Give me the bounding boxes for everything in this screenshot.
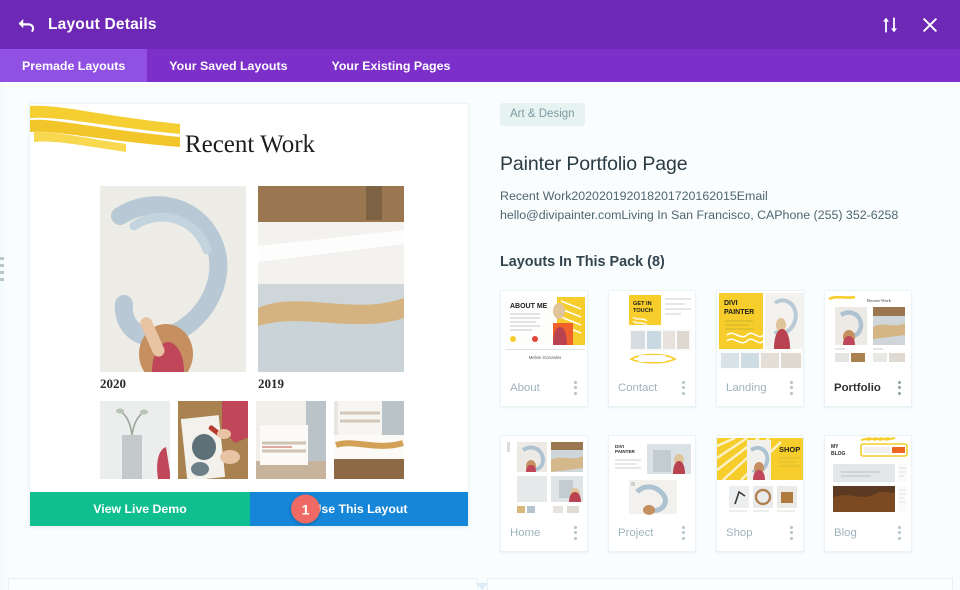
layout-thumbnail-shop: SHOP [717, 435, 803, 515]
preview-featured-images [100, 186, 404, 372]
layout-thumbnail-landing: DIVI PAINTER [717, 290, 803, 370]
modal-titlebar: Layout Details [0, 0, 960, 49]
layout-card-label: Shop [726, 526, 753, 539]
edge-tick-marks [0, 257, 4, 285]
bottom-panel-right [487, 578, 953, 590]
layout-card-shop[interactable]: SHOP Shop [716, 434, 804, 552]
tab-your-existing-pages[interactable]: Your Existing Pages [310, 49, 473, 82]
layout-card-menu-icon[interactable] [788, 524, 795, 542]
layout-card-label: Contact [618, 381, 658, 394]
preview-action-buttons: View Live Demo 1 Use This Layout [30, 492, 468, 526]
layout-card-portfolio[interactable]: Recent Work Portfolio [824, 289, 912, 407]
layout-thumbnail-blog: MY BLOG [825, 435, 911, 515]
preview-thumbnail [100, 401, 170, 479]
preview-thumbnail-row [100, 401, 404, 479]
pack-heading: Layouts In This Pack (8) [500, 253, 665, 270]
layout-card-label: Portfolio [834, 381, 881, 394]
layout-thumbnail-portfolio: Recent Work [825, 290, 911, 370]
layout-thumbnail-about: ABOUT ME Melvin Gonzales [501, 290, 587, 370]
left-edge-strip [0, 82, 4, 590]
layout-thumbnail-contact: GET IN TOUCH [609, 290, 695, 370]
tab-your-saved-layouts[interactable]: Your Saved Layouts [147, 49, 309, 82]
svg-text:ABOUT ME: ABOUT ME [510, 303, 548, 310]
layout-card-footer: Home [501, 515, 587, 551]
svg-text:MY: MY [831, 444, 839, 450]
layout-card-contact[interactable]: GET IN TOUCH Contact [608, 289, 696, 407]
layout-card-home[interactable]: Home [500, 434, 588, 552]
svg-text:PAINTER: PAINTER [724, 309, 754, 316]
layout-card-blog[interactable]: MY BLOG Blog [824, 434, 912, 552]
tab-label: Your Saved Layouts [169, 58, 288, 73]
svg-text:SHOP: SHOP [779, 445, 800, 454]
layout-card-footer: Landing [717, 370, 803, 406]
step-badge-1: 1 [291, 494, 320, 524]
layout-card-menu-icon[interactable] [572, 524, 579, 542]
preview-thumbnail [178, 401, 248, 479]
tab-label: Premade Layouts [22, 58, 126, 73]
year-label: 2019 [258, 376, 284, 391]
layout-card-project[interactable]: DIVI PAINTER Project [608, 434, 696, 552]
view-live-demo-label: View Live Demo [93, 502, 187, 516]
layout-card-menu-icon[interactable] [680, 524, 687, 542]
use-this-layout-label: Use This Layout [312, 502, 408, 516]
tab-label: Your Existing Pages [331, 58, 451, 73]
sort-updown-icon[interactable] [881, 16, 899, 34]
layout-card-footer: Contact [609, 370, 695, 406]
page-title: Layout Details [48, 15, 157, 33]
layout-card-menu-icon[interactable] [680, 379, 687, 397]
preview-thumbnail [334, 401, 404, 479]
view-live-demo-button[interactable]: View Live Demo [30, 492, 250, 526]
layout-card-label: Landing [726, 381, 767, 394]
svg-text:GET IN: GET IN [633, 301, 652, 307]
layout-card-menu-icon[interactable] [896, 524, 903, 542]
layout-card-label: Project [618, 526, 654, 539]
layout-thumbnail-project: DIVI PAINTER [609, 435, 695, 515]
preview-thumbnail [256, 401, 326, 479]
category-badge: Art & Design [500, 103, 585, 126]
tabbar: Premade Layouts Your Saved Layouts Your … [0, 49, 960, 82]
layout-title: Painter Portfolio Page [500, 153, 688, 175]
tab-premade-layouts[interactable]: Premade Layouts [0, 49, 148, 82]
svg-text:BLOG: BLOG [831, 451, 846, 457]
layout-card-menu-icon[interactable] [572, 379, 579, 397]
layout-description: Recent Work202020192018201720162015Email… [500, 189, 899, 222]
layout-card-footer: Portfolio [825, 370, 911, 406]
preview-heading: Recent Work [184, 131, 316, 158]
layout-card-landing[interactable]: DIVI PAINTER Landing [716, 289, 804, 407]
layout-card-about[interactable]: ABOUT ME Melvin Gonzales About [500, 289, 588, 407]
layout-card-footer: About [501, 370, 587, 406]
layout-preview-card: Recent Work 2020 2019 View Live Demo 1 U… [29, 103, 469, 527]
preview-image-2020 [100, 186, 246, 372]
svg-text:Recent Work: Recent Work [867, 298, 892, 303]
layout-details-modal: Layout Details Premade Layouts Your Save… [0, 0, 960, 590]
preview-year-labels: 2020 2019 [100, 376, 404, 392]
layout-card-footer: Blog [825, 515, 911, 551]
bottom-panel-left [8, 578, 478, 590]
layout-card-label: Home [510, 526, 541, 539]
titlebar-left-group: Layout Details [0, 15, 157, 34]
layout-card-label: About [510, 381, 540, 394]
use-this-layout-button[interactable]: 1 Use This Layout [250, 492, 468, 526]
layout-card-menu-icon[interactable] [788, 379, 795, 397]
svg-text:TOUCH: TOUCH [633, 308, 653, 314]
svg-text:Melvin Gonzales: Melvin Gonzales [529, 355, 562, 360]
svg-text:PAINTER: PAINTER [615, 449, 636, 454]
close-icon[interactable] [921, 16, 939, 34]
back-arrow-icon[interactable] [17, 15, 36, 34]
layout-card-label: Blog [834, 526, 857, 539]
layout-thumbnail-home [501, 435, 587, 515]
layout-detail-panel: Art & Design Painter Portfolio Page Rece… [500, 103, 920, 580]
layout-card-menu-icon[interactable] [896, 379, 903, 397]
layout-card-footer: Shop [717, 515, 803, 551]
layout-card-footer: Project [609, 515, 695, 551]
preview-image-2019 [258, 186, 404, 372]
layouts-grid: ABOUT ME Melvin Gonzales About GET IN TO… [500, 289, 920, 580]
titlebar-right-group [881, 16, 960, 34]
svg-text:DIVI: DIVI [724, 300, 738, 307]
year-label: 2020 [100, 376, 126, 391]
